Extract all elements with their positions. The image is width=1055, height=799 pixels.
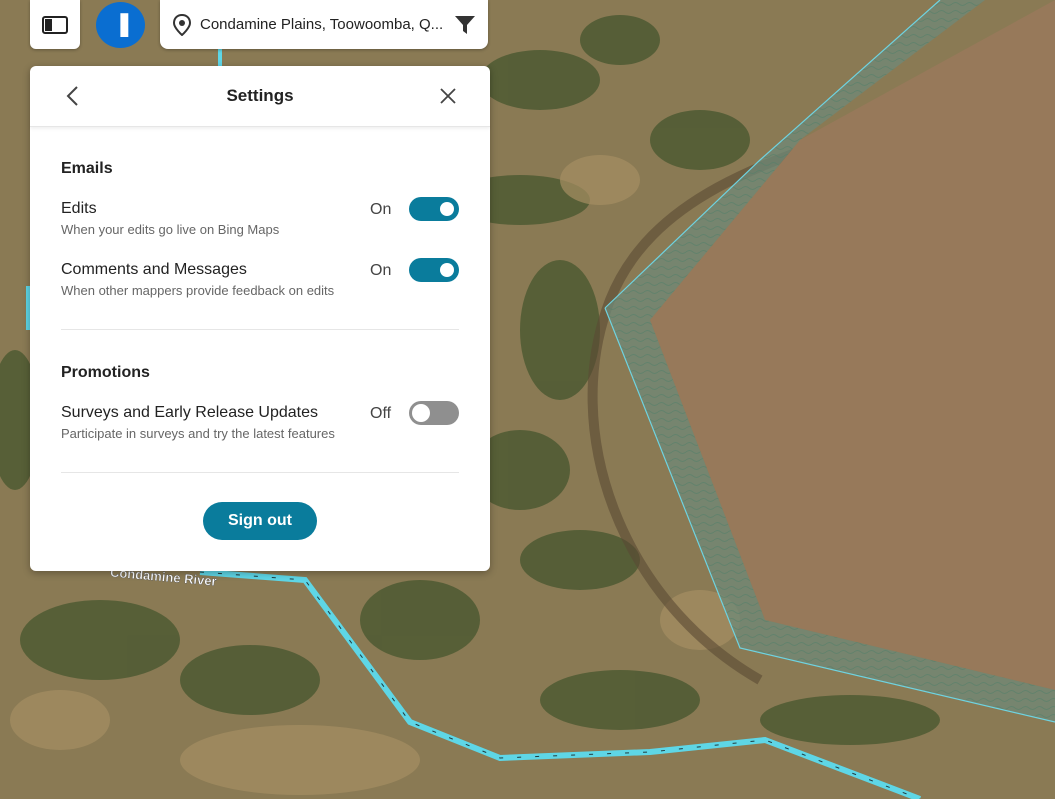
settings-header: Settings [30, 66, 490, 127]
comments-messages-description: When other mappers provide feedback on e… [61, 283, 335, 298]
search-location-text[interactable]: Condamine Plains, Toowoomba, Q... [200, 16, 446, 33]
edits-toggle[interactable] [409, 197, 459, 221]
comments-messages-label: Comments and Messages [61, 261, 247, 278]
surveys-toggle[interactable] [409, 401, 459, 425]
sign-out-button[interactable]: Sign out [203, 502, 317, 540]
comments-messages-state: On [370, 262, 392, 279]
filter-icon[interactable] [454, 15, 476, 35]
settings-panel: Settings Emails Edits When your edits go… [30, 66, 490, 571]
sidebar-icon [42, 15, 68, 34]
toggle-knob [440, 263, 454, 277]
toggle-knob [440, 202, 454, 216]
sidebar-toggle-button[interactable] [30, 0, 80, 49]
edits-description: When your edits go live on Bing Maps [61, 222, 280, 237]
profile-button[interactable]: ▐ [96, 2, 145, 48]
divider [61, 472, 459, 473]
edits-state: On [370, 201, 392, 218]
divider [61, 329, 459, 330]
surveys-state: Off [370, 405, 392, 422]
location-search-box[interactable]: Condamine Plains, Toowoomba, Q... [160, 0, 488, 49]
settings-title: Settings [226, 86, 294, 105]
close-icon[interactable] [438, 86, 458, 106]
edits-label: Edits [61, 200, 97, 217]
toggle-knob [412, 404, 430, 422]
surveys-label: Surveys and Early Release Updates [61, 404, 319, 421]
comments-messages-toggle[interactable] [409, 258, 459, 282]
promotions-heading: Promotions [61, 364, 150, 381]
profile-icon: ▐ [112, 13, 129, 37]
emails-heading: Emails [61, 160, 113, 177]
surveys-description: Participate in surveys and try the lates… [61, 426, 335, 441]
location-pin-icon [172, 13, 192, 36]
